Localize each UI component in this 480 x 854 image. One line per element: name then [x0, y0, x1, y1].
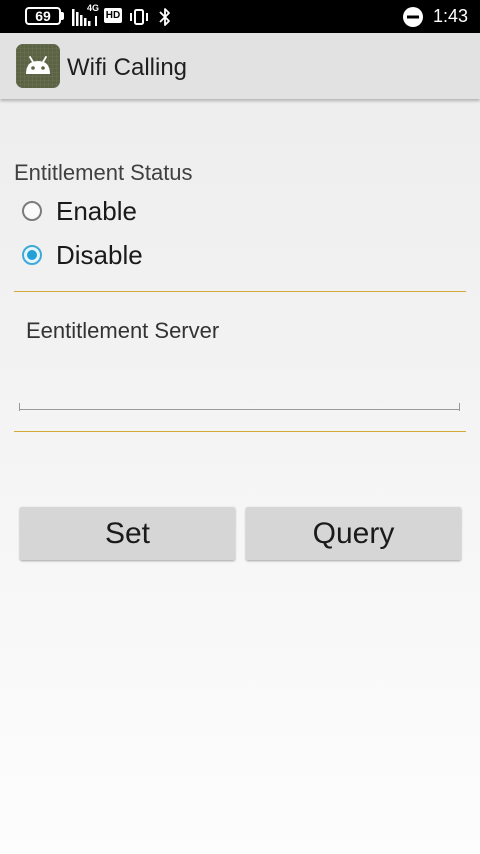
query-button[interactable]: Query	[246, 507, 461, 560]
radio-disable-circle[interactable]	[22, 245, 42, 265]
radio-enable[interactable]: Enable	[22, 193, 137, 229]
battery-tip	[61, 12, 64, 20]
network-type: 4G	[87, 3, 100, 13]
input-edge-right	[459, 403, 460, 411]
input-edge-left	[19, 403, 20, 411]
set-button[interactable]: Set	[20, 507, 235, 560]
hd-icon: HD	[104, 8, 122, 23]
android-app-icon	[16, 44, 60, 88]
divider-top	[14, 291, 466, 292]
status-bar: 69 4G HD 1:43	[0, 0, 480, 33]
vibrate-icon	[130, 9, 148, 25]
radio-disable[interactable]: Disable	[22, 237, 143, 273]
bluetooth-icon	[159, 8, 170, 26]
battery-level: 69	[35, 8, 51, 24]
page-title: Wifi Calling	[67, 54, 188, 81]
hd-label: HD	[105, 10, 121, 21]
radio-enable-circle[interactable]	[22, 201, 42, 221]
do-not-disturb-icon	[403, 7, 423, 27]
entitlement-server-input[interactable]	[19, 372, 460, 410]
entitlement-status-label: Entitlement Status	[14, 160, 193, 185]
radio-enable-label[interactable]: Enable	[56, 196, 137, 227]
app-bar: Wifi Calling	[0, 33, 480, 99]
battery-icon: 69	[25, 7, 61, 25]
divider-bottom	[14, 431, 466, 432]
clock: 1:43	[432, 6, 468, 26]
radio-disable-label[interactable]: Disable	[56, 240, 143, 271]
entitlement-server-label: Eentitlement Server	[26, 318, 220, 343]
